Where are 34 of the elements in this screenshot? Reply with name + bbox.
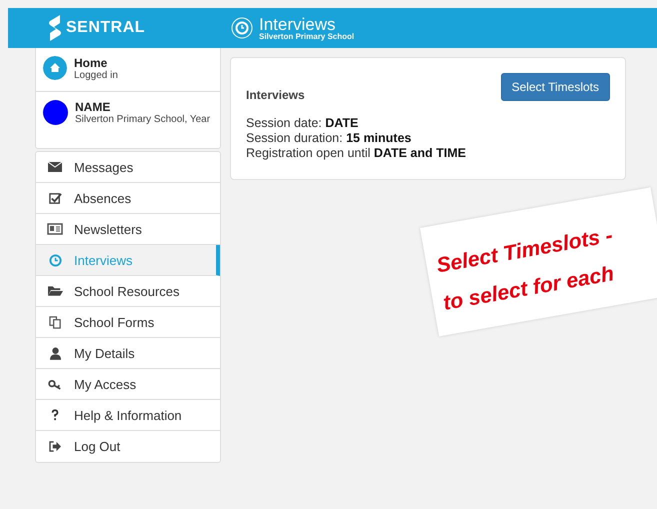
session-info: Session date: DATE: [246, 116, 360, 131]
student-school: Silverton Primary School, Year: [75, 114, 210, 125]
key-icon: [48, 378, 62, 390]
menu-item[interactable]: Absences: [36, 183, 220, 214]
menu-item[interactable]: My Details: [36, 338, 220, 369]
student-name[interactable]: NAME: [75, 100, 210, 114]
menu-item[interactable]: Messages: [36, 152, 220, 183]
user-icon: [50, 346, 60, 360]
page-title: Interviews: [259, 16, 336, 32]
select-timeslots-button[interactable]: Select Timeslots: [500, 73, 610, 101]
question-icon: [51, 409, 59, 421]
clock-icon: [48, 254, 62, 266]
session-info: Registration open until DATE and TIME: [246, 146, 467, 161]
page-subtitle: Silverton Primary School: [259, 32, 354, 40]
envelope-icon: [48, 161, 62, 173]
logout-icon: [48, 441, 62, 452]
menu-item[interactable]: Help & Information: [36, 400, 220, 431]
clock-icon: [231, 17, 253, 39]
menu-item[interactable]: School Resources: [36, 276, 220, 307]
folder-icon: [48, 285, 62, 297]
home-link[interactable]: Home: [74, 56, 118, 70]
login-status: Logged in: [74, 70, 118, 81]
menu-item[interactable]: Log Out: [36, 431, 220, 462]
menu-item[interactable]: School Forms: [36, 307, 220, 338]
session-info: Session duration: 15 minutes: [246, 131, 412, 146]
logo-text: SENTRAL: [66, 19, 146, 37]
checkbox-icon: [48, 192, 62, 204]
home-icon: [43, 56, 67, 80]
card-title: Interviews: [246, 88, 305, 102]
logo-icon: [48, 15, 62, 41]
avatar: [43, 100, 68, 125]
copy-icon: [48, 316, 62, 328]
newspaper-icon: [47, 223, 63, 235]
menu-item[interactable]: My Access: [36, 369, 220, 400]
